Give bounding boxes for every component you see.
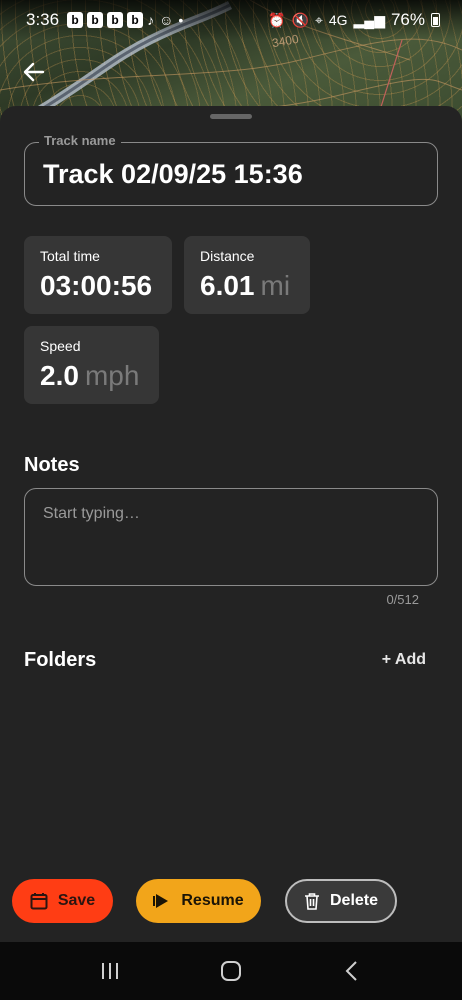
- recent-apps-button[interactable]: [90, 956, 130, 986]
- home-button[interactable]: [211, 956, 251, 986]
- save-button[interactable]: Save: [12, 879, 113, 923]
- stat-speed: Speed 2.0 mph: [24, 326, 159, 404]
- notes-title: Notes: [24, 454, 80, 476]
- stat-value: 2.0: [40, 360, 79, 391]
- app-notification-icon: b: [87, 12, 104, 28]
- delete-button[interactable]: Delete: [285, 879, 397, 923]
- trash-icon: [304, 893, 319, 910]
- track-name-field[interactable]: Track name Track 02/09/25 15:36: [24, 133, 438, 206]
- arrow-left-icon: [23, 62, 45, 82]
- app-notification-icon: b: [107, 12, 124, 28]
- dot-icon: •: [178, 12, 184, 28]
- track-details-sheet: Track name Track 02/09/25 15:36 Total ti…: [0, 106, 462, 942]
- home-icon: [220, 961, 241, 981]
- app-notification-icon: b: [67, 12, 84, 28]
- resume-button[interactable]: Resume: [136, 879, 261, 923]
- signal-icon: ▂▄▆: [353, 11, 385, 28]
- track-name-value[interactable]: Track 02/09/25 15:36: [43, 159, 303, 190]
- stat-value: 03:00:56: [40, 270, 153, 301]
- stat-value-wrap: 2.0 mph: [40, 360, 139, 392]
- stat-label: Total time: [40, 248, 100, 264]
- resume-label: Resume: [181, 892, 244, 909]
- notes-input[interactable]: Start typing…: [24, 488, 438, 586]
- location-icon: ⌖: [314, 11, 323, 28]
- notes-placeholder: Start typing…: [43, 505, 140, 522]
- system-nav-bar: [0, 942, 462, 1000]
- folders-title: Folders: [24, 649, 97, 671]
- stat-unit: mi: [260, 270, 291, 301]
- recents-icon: [102, 963, 119, 979]
- alarm-icon: ⏰: [268, 11, 286, 28]
- app-notification-icon: b: [127, 12, 144, 28]
- system-back-button[interactable]: [332, 956, 372, 986]
- status-bar: 3:36 b b b b ♪ ☺ • ⏰ 🔇 ⌖ 4G ▂▄▆ 76%: [0, 0, 462, 40]
- track-name-label: Track name: [39, 133, 121, 148]
- tiktok-icon: ♪: [147, 12, 155, 28]
- network-type: 4G: [328, 12, 348, 28]
- notes-char-counter: 0/512: [386, 592, 419, 607]
- snapchat-icon: ☺: [159, 12, 174, 28]
- stat-value-wrap: 6.01 mi: [200, 270, 290, 302]
- battery-percent: 76%: [390, 10, 425, 29]
- delete-label: Delete: [329, 892, 379, 909]
- stat-total-time: Total time 03:00:56: [24, 236, 172, 314]
- stat-distance: Distance 6.01 mi: [184, 236, 310, 314]
- save-label: Save: [57, 892, 96, 909]
- stat-label: Distance: [200, 248, 255, 264]
- stat-unit: mph: [84, 360, 140, 391]
- calendar-save-icon: [30, 893, 48, 910]
- stat-value: 6.01: [200, 270, 255, 301]
- add-folder-button[interactable]: + Add: [382, 651, 426, 669]
- resume-play-icon: [153, 894, 169, 908]
- battery-icon: [431, 13, 440, 27]
- chevron-left-icon: [345, 961, 357, 981]
- drag-handle[interactable]: [210, 114, 252, 119]
- stat-label: Speed: [40, 338, 81, 354]
- status-time: 3:36: [26, 10, 60, 29]
- mute-icon: 🔇: [291, 11, 309, 28]
- back-button[interactable]: [18, 56, 50, 88]
